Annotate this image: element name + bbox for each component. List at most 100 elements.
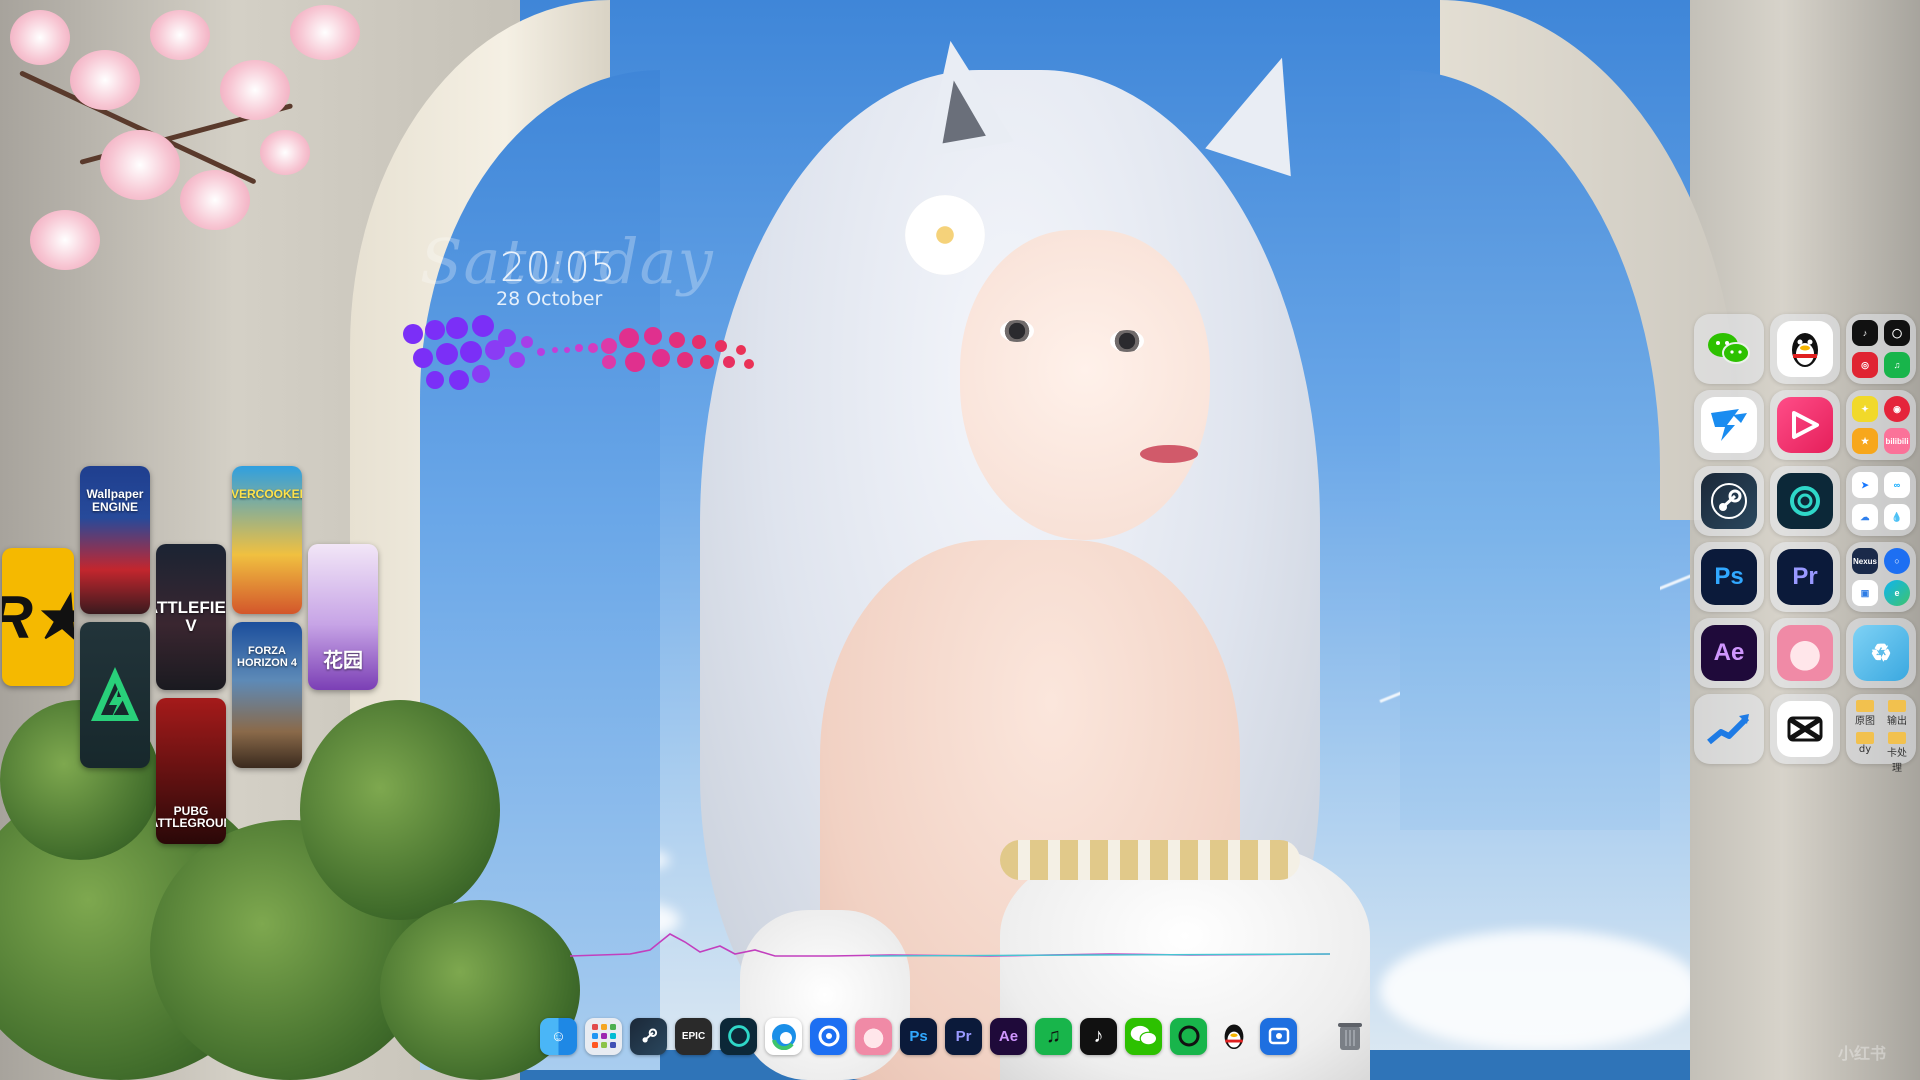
tiktok-icon[interactable]: ♪ bbox=[1080, 1017, 1117, 1055]
trash-icon[interactable] bbox=[1331, 1018, 1368, 1055]
epic-games-icon[interactable]: EPIC bbox=[675, 1017, 712, 1055]
qq-penguin-icon bbox=[1777, 321, 1833, 377]
game-wallpaper-engine[interactable]: Wallpaper ENGINE bbox=[80, 466, 150, 614]
video-play-icon bbox=[1777, 397, 1833, 453]
folder-item: dy bbox=[1852, 732, 1878, 755]
photoshop-icon: Ps bbox=[1701, 549, 1757, 605]
game-pubg[interactable]: PUBG BATTLEGROUND bbox=[156, 698, 226, 844]
game-battlefield-v[interactable]: BATTLEFIELD V bbox=[156, 544, 226, 690]
camera-icon[interactable] bbox=[1260, 1017, 1297, 1055]
app-premiere[interactable]: Pr bbox=[1770, 542, 1840, 612]
nexus-icon: Nexus bbox=[1852, 548, 1878, 574]
anime-game-icon: 花园 bbox=[323, 650, 363, 672]
blossom bbox=[180, 170, 250, 230]
game-icon: ★ bbox=[1852, 428, 1878, 454]
premiere-icon[interactable]: Pr bbox=[945, 1017, 982, 1055]
overcooked-icon: OVERCOOKED! bbox=[232, 487, 302, 501]
music-icon[interactable]: ♫ bbox=[1035, 1017, 1072, 1055]
browser-icon: ○ bbox=[1884, 548, 1910, 574]
finder-icon[interactable]: ☺ bbox=[540, 1017, 577, 1055]
chat-bubble-icon[interactable] bbox=[1170, 1017, 1207, 1055]
app-kuaishou[interactable] bbox=[1770, 390, 1840, 460]
watermark: 小红书 bbox=[1838, 1044, 1887, 1063]
steam-icon[interactable] bbox=[630, 1017, 667, 1055]
audio-dots-visualizer bbox=[403, 315, 754, 390]
game-overcooked[interactable]: OVERCOOKED! bbox=[232, 466, 302, 614]
app-stocks[interactable] bbox=[1694, 694, 1764, 764]
clock-time: 20:05 bbox=[500, 245, 616, 291]
folder-tools[interactable]: ➤ ∞ ☁ 💧 bbox=[1846, 466, 1916, 536]
after-effects-icon: Ae bbox=[1701, 625, 1757, 681]
character-lips bbox=[1140, 445, 1198, 463]
qq-penguin-icon[interactable] bbox=[1215, 1018, 1252, 1055]
bilibili-icon: bilibili bbox=[1884, 428, 1910, 454]
stone-pillar-right bbox=[1690, 0, 1920, 1080]
folder-label: 原图 bbox=[1855, 716, 1875, 727]
app-anime-avatar[interactable] bbox=[1770, 618, 1840, 688]
wechat-icon[interactable] bbox=[1125, 1017, 1162, 1055]
folder-icon bbox=[1888, 700, 1906, 712]
wechat-icon bbox=[1701, 321, 1757, 377]
pubg-icon: PUBG BATTLEGROUND bbox=[156, 803, 226, 831]
chart-up-icon bbox=[1701, 701, 1757, 757]
app-photoshop[interactable]: Ps bbox=[1694, 542, 1764, 612]
blossom bbox=[260, 130, 310, 175]
anime-avatar-icon bbox=[1777, 625, 1833, 681]
dots-magenta bbox=[537, 327, 754, 372]
dress-frill bbox=[1000, 840, 1300, 880]
blossom bbox=[290, 5, 360, 60]
edge-icon: e bbox=[1884, 580, 1910, 606]
anime-avatar-icon[interactable] bbox=[855, 1017, 892, 1055]
thunder-icon bbox=[1701, 397, 1757, 453]
power-ring-icon bbox=[1777, 473, 1833, 529]
feishu-icon: ➤ bbox=[1852, 472, 1878, 498]
netease-icon: ◉ bbox=[1884, 396, 1910, 422]
folder-web[interactable]: Nexus ○ ▣ e bbox=[1846, 542, 1916, 612]
music-icon: ♫ bbox=[1884, 352, 1910, 378]
edge-icon[interactable] bbox=[765, 1017, 802, 1055]
game-forza-horizon-4[interactable]: FORZA HORIZON 4 bbox=[232, 622, 302, 768]
app-wechat[interactable] bbox=[1694, 314, 1764, 384]
folder-media[interactable]: ✦ ◉ ★ bilibili bbox=[1846, 390, 1916, 460]
app-qq[interactable] bbox=[1770, 314, 1840, 384]
circle-browser-icon[interactable] bbox=[810, 1017, 847, 1055]
folder-social[interactable]: ♪ ◯ ◎ ♫ bbox=[1846, 314, 1916, 384]
rockstar-logo-icon: R★ bbox=[2, 582, 74, 653]
bush bbox=[300, 700, 500, 920]
blossom bbox=[70, 50, 140, 110]
chat-icon: ◯ bbox=[1884, 320, 1910, 346]
app-recycle[interactable]: ♻ bbox=[1846, 618, 1916, 688]
game-rockstar-games[interactable]: R★ bbox=[2, 548, 74, 686]
battlefield-icon: BATTLEFIELD V bbox=[156, 598, 226, 635]
green-chevron-logo-icon bbox=[91, 667, 139, 721]
audio-wave-line bbox=[570, 933, 1330, 957]
baidu-icon: ☁ bbox=[1852, 504, 1878, 530]
app-capcut[interactable] bbox=[1770, 694, 1840, 764]
folder-item: 原图 bbox=[1852, 700, 1878, 727]
wallpaper-engine-icon: Wallpaper ENGINE bbox=[86, 487, 144, 514]
forza-icon: FORZA HORIZON 4 bbox=[237, 645, 297, 669]
photoshop-icon[interactable]: Ps bbox=[900, 1017, 937, 1055]
folder-label: 输出 bbox=[1887, 716, 1907, 727]
app-power[interactable] bbox=[1770, 466, 1840, 536]
blossom bbox=[220, 60, 290, 120]
app-steam[interactable] bbox=[1694, 466, 1764, 536]
folder-icon bbox=[1888, 732, 1906, 744]
folder-icon bbox=[1856, 700, 1874, 712]
character-eye bbox=[1000, 320, 1034, 342]
game-anime-game[interactable]: 花园 bbox=[308, 544, 378, 690]
app-thunder[interactable] bbox=[1694, 390, 1764, 460]
cloud bbox=[1380, 930, 1700, 1050]
blossom bbox=[150, 10, 210, 60]
game-arena-breakout[interactable] bbox=[80, 622, 150, 768]
folder-item: 卡处理 bbox=[1884, 732, 1910, 774]
folder-files[interactable]: 原图 输出 dy 卡处理 bbox=[1846, 694, 1916, 774]
power-ring-icon[interactable] bbox=[720, 1017, 757, 1055]
after-effects-icon[interactable]: Ae bbox=[990, 1017, 1027, 1055]
app-after-effects[interactable]: Ae bbox=[1694, 618, 1764, 688]
character-face bbox=[960, 230, 1210, 540]
cloud-icon: ∞ bbox=[1884, 472, 1910, 498]
launchpad-grid-icon[interactable] bbox=[585, 1017, 622, 1055]
tiktok-icon: ♪ bbox=[1852, 320, 1878, 346]
blossom bbox=[100, 130, 180, 200]
